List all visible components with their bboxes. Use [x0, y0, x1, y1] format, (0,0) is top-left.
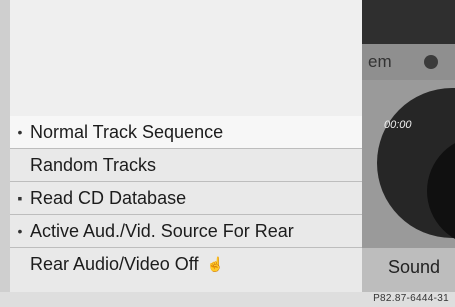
menu-empty-area	[0, 0, 362, 116]
figure-code-strip: P82.87-6444-31	[0, 292, 455, 307]
menu-item-normal-track-sequence[interactable]: • Normal Track Sequence	[10, 116, 362, 148]
menu-item-label: Rear Audio/Video Off	[30, 253, 199, 274]
options-menu: • Normal Track Sequence Random Tracks ▪ …	[0, 0, 362, 292]
menu-item-active-source-rear[interactable]: • Active Aud./Vid. Source For Rear	[10, 215, 362, 247]
active-dot-icon: •	[17, 124, 23, 140]
menu-item-rear-audio-video-off[interactable]: Rear Audio/Video Off ☝	[10, 248, 362, 280]
menu-item-read-cd-database[interactable]: ▪ Read CD Database	[10, 182, 362, 214]
menu-item-label: Read CD Database	[30, 187, 187, 208]
menu-item-random-tracks[interactable]: Random Tracks	[10, 149, 362, 181]
menu-item-label: Random Tracks	[30, 154, 157, 175]
figure-code: P82.87-6444-31	[373, 293, 449, 304]
sound-button-label: Sound	[388, 257, 441, 277]
player-header: em	[362, 44, 455, 80]
active-dot-icon: •	[17, 223, 23, 239]
hand-pointer-icon: ☝	[206, 255, 224, 272]
header-partial-label: em	[368, 52, 392, 71]
checkbox-icon: ▪	[17, 190, 23, 206]
menu-item-label: Normal Track Sequence	[30, 121, 224, 142]
track-time: 00:00	[384, 119, 412, 131]
sound-button[interactable]: Sound	[362, 248, 455, 292]
status-dot-icon	[424, 55, 438, 69]
menu-item-label: Active Aud./Vid. Source For Rear	[30, 220, 294, 241]
menu-left-edge	[0, 0, 10, 292]
disc-display: 00:00	[362, 80, 455, 248]
